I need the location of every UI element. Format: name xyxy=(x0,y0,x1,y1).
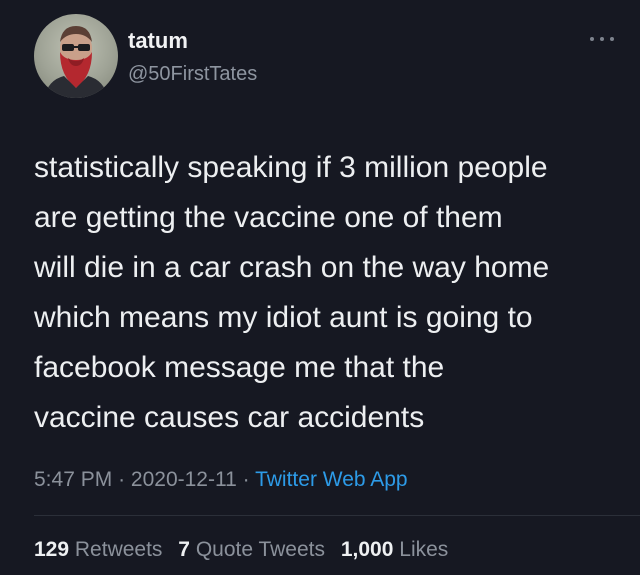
tweet-card: tatum @50FirstTates statistically speaki… xyxy=(0,0,640,575)
likes-label: Likes xyxy=(399,538,449,561)
tweet-source-link[interactable]: Twitter Web App xyxy=(255,468,408,491)
quote-tweets-count: 7 xyxy=(178,538,190,561)
tweet-meta: 5:47 PM · 2020-12-11 · Twitter Web App xyxy=(34,468,408,492)
retweets-stat[interactable]: 129 Retweets xyxy=(34,538,168,561)
likes-stat[interactable]: 1,000 Likes xyxy=(341,538,448,561)
tweet-header: tatum @50FirstTates xyxy=(34,14,614,98)
tweet-text: statistically speaking if 3 million peop… xyxy=(34,143,614,443)
retweets-label: Retweets xyxy=(74,538,163,561)
tweet-text-line: will die in a car crash on the way home xyxy=(34,251,550,284)
quote-tweets-label: Quote Tweets xyxy=(195,538,326,561)
likes-count: 1,000 xyxy=(340,538,394,561)
bearded-man-sunglasses-avatar-icon xyxy=(44,26,108,98)
tweet-text-line: which means my idiot aunt is going to xyxy=(34,301,533,334)
more-dot xyxy=(600,37,604,41)
author-handle[interactable]: @50FirstTates xyxy=(128,63,257,86)
tweet-text-line: are getting the vaccine one of them xyxy=(34,201,503,234)
divider xyxy=(34,515,640,516)
meta-separator: · xyxy=(242,468,250,491)
meta-separator: · xyxy=(118,468,126,491)
tweet-text-line: facebook message me that the xyxy=(34,351,445,384)
tweet-text-line: vaccine causes car accidents xyxy=(34,401,425,434)
tweet-date[interactable]: 2020-12-11 xyxy=(131,468,237,491)
author-name[interactable]: tatum xyxy=(128,28,188,54)
avatar[interactable] xyxy=(34,14,118,98)
more-dot xyxy=(610,37,614,41)
tweet-time[interactable]: 5:47 PM xyxy=(34,468,112,491)
tweet-text-line: statistically speaking if 3 million peop… xyxy=(34,151,548,184)
quote-tweets-stat[interactable]: 7 Quote Tweets xyxy=(178,538,331,561)
tweet-stats: 129 Retweets 7 Quote Tweets 1,000 Likes xyxy=(34,538,458,562)
more-horizontal-icon[interactable] xyxy=(590,34,614,44)
more-dot xyxy=(590,37,594,41)
retweets-count: 129 xyxy=(34,538,70,561)
